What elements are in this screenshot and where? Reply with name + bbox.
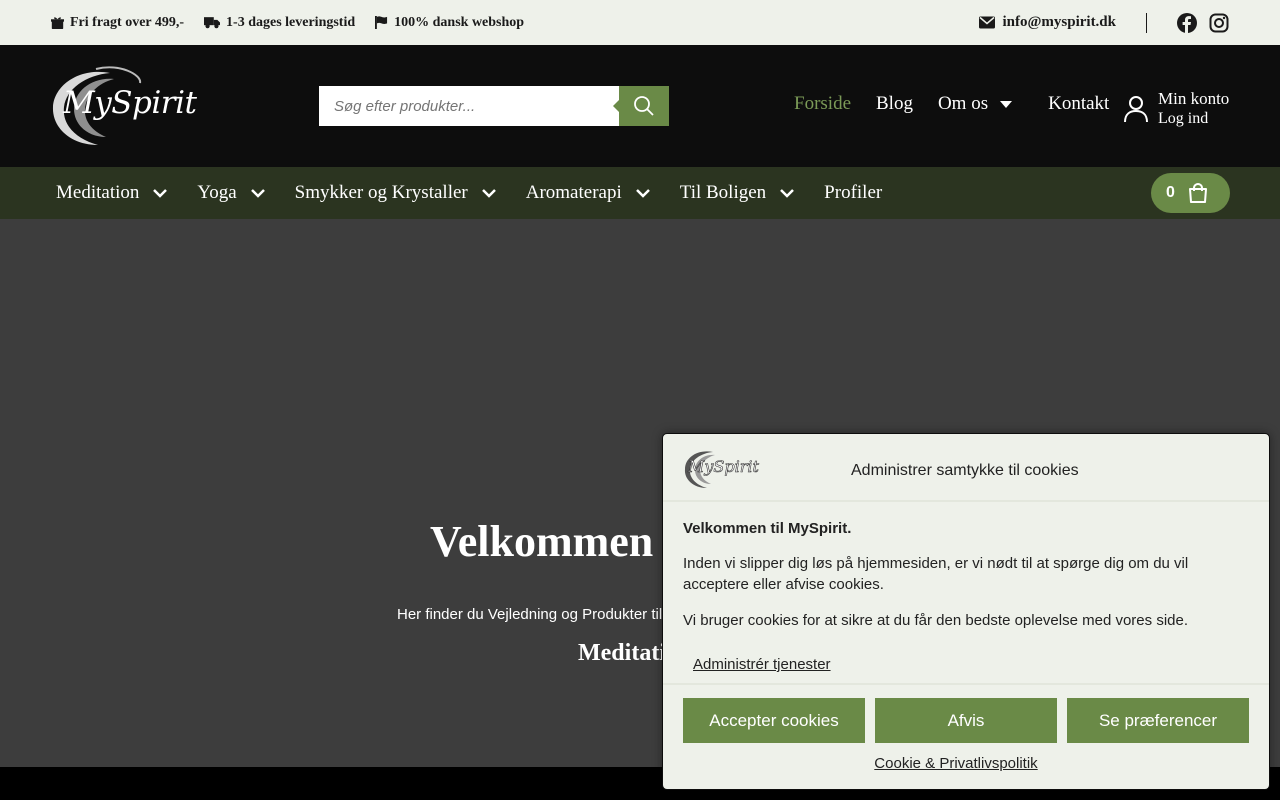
category-profiler[interactable]: Profiler — [824, 182, 882, 204]
search-button[interactable] — [613, 86, 669, 126]
nav-kontakt[interactable]: Kontakt — [1048, 93, 1109, 115]
site-logo[interactable]: MySpirit — [50, 65, 200, 147]
category-til-boligen[interactable]: Til Boligen — [680, 182, 795, 204]
cookie-divider — [663, 683, 1269, 685]
cookie-consent-dialog: MySpirit Administrer samtykke til cookie… — [662, 433, 1270, 790]
cookie-policy-link[interactable]: Cookie & Privatlivspolitik — [663, 755, 1249, 772]
chevron-down-icon — [481, 189, 496, 198]
cookie-dialog-header: MySpirit Administrer samtykke til cookie… — [663, 434, 1269, 502]
email-link[interactable]: info@myspirit.dk — [979, 14, 1116, 31]
search-icon — [634, 96, 654, 116]
view-preferences-button[interactable]: Se præferencer — [1067, 698, 1249, 743]
usp-danish-shop: 100% dansk webshop — [375, 15, 524, 31]
cookie-paragraph-2: Vi bruger cookies for at sikre at du får… — [683, 612, 1188, 629]
shopping-bag-icon — [1188, 183, 1207, 203]
category-yoga[interactable]: Yoga — [197, 182, 265, 204]
account-login: Log ind — [1158, 110, 1209, 127]
hero-title: Velkommen t — [430, 517, 679, 566]
account-title: Min konto — [1158, 89, 1230, 108]
main-navigation: Forside Blog Om os Kontakt — [794, 93, 1134, 115]
cart-button[interactable]: 0 — [1151, 173, 1230, 213]
truck-icon — [204, 17, 221, 29]
hero-subtitle: Her finder du Vejledning og Produkter ti… — [397, 606, 663, 623]
category-aromaterapi[interactable]: Aromaterapi — [526, 182, 650, 204]
caret-down-icon — [1000, 100, 1013, 108]
category-meditation[interactable]: Meditation — [56, 182, 168, 204]
topbar-divider — [1146, 12, 1147, 33]
cart-count: 0 — [1166, 184, 1175, 201]
user-icon — [1124, 95, 1148, 122]
chevron-down-icon — [635, 189, 650, 198]
cookie-buttons: Accepter cookies Afvis Se præferencer — [683, 698, 1249, 743]
product-search — [319, 86, 669, 126]
category-navigation: Meditation Yoga Smykker og Krystaller Ar… — [0, 167, 1280, 219]
cookie-logo: MySpirit — [683, 448, 759, 490]
envelope-icon — [979, 16, 996, 29]
social-links — [1177, 12, 1229, 33]
search-input[interactable] — [319, 86, 619, 126]
site-header: MySpirit Forside Blog Om os Kontakt Min … — [0, 45, 1280, 167]
flag-icon — [375, 16, 388, 29]
chevron-down-icon — [250, 189, 265, 198]
nav-blog[interactable]: Blog — [876, 93, 913, 115]
manage-services-link[interactable]: Administrér tjenester — [693, 656, 831, 673]
facebook-icon[interactable] — [1177, 12, 1197, 33]
nav-om-os[interactable]: Om os — [938, 93, 1013, 115]
cookie-heading: Velkommen til MySpirit. — [683, 520, 852, 537]
cookie-dialog-title: Administrer samtykke til cookies — [851, 462, 1079, 479]
instagram-icon[interactable] — [1209, 13, 1229, 33]
top-info-bar: Fri fragt over 499,- 1-3 dages leverings… — [0, 0, 1280, 45]
usp-delivery-time: 1-3 dages leveringstid — [204, 15, 355, 31]
chevron-down-icon — [780, 189, 795, 198]
usp-list: Fri fragt over 499,- 1-3 dages leverings… — [51, 15, 524, 31]
cookie-dialog-body: Velkommen til MySpirit. Inden vi slipper… — [663, 502, 1269, 631]
category-smykker-krystaller[interactable]: Smykker og Krystaller — [295, 182, 496, 204]
account-link[interactable]: Min konto Log ind — [1124, 89, 1229, 128]
gift-icon — [51, 17, 64, 29]
cookie-paragraph-1: Inden vi slipper dig løs på hjemmesiden,… — [683, 555, 1189, 593]
hero-category-heading: Meditati — [578, 640, 666, 666]
usp-free-shipping: Fri fragt over 499,- — [51, 15, 184, 31]
accept-cookies-button[interactable]: Accepter cookies — [683, 698, 865, 743]
nav-forside[interactable]: Forside — [794, 93, 851, 115]
deny-cookies-button[interactable]: Afvis — [875, 698, 1057, 743]
chevron-down-icon — [153, 189, 168, 198]
